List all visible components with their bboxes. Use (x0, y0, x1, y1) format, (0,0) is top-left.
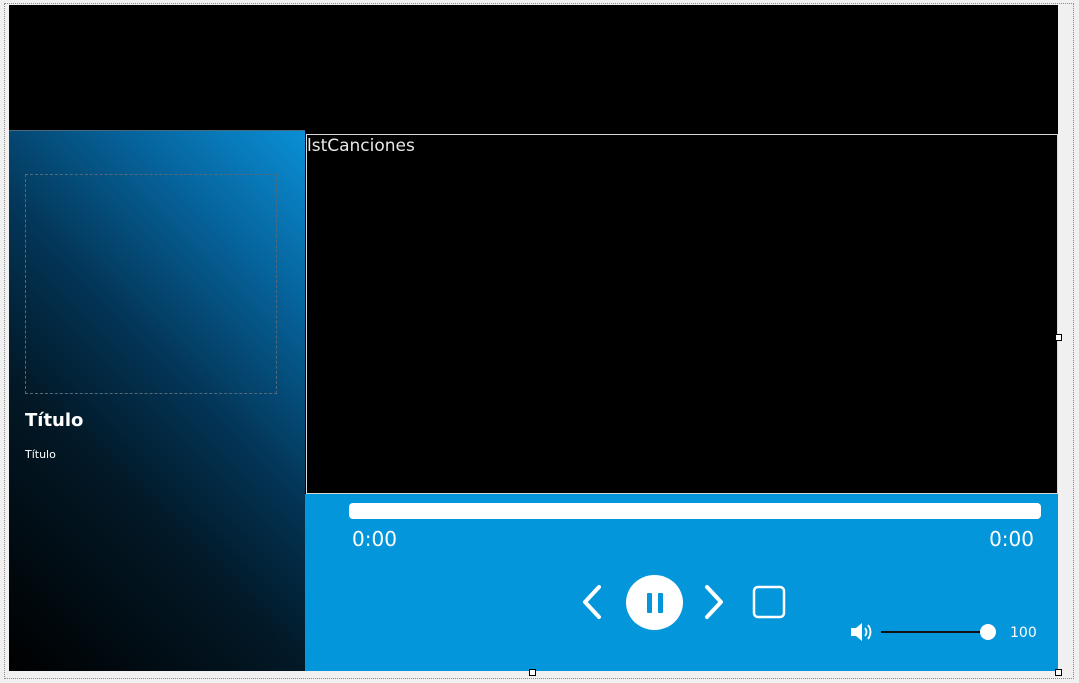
resize-handle-bottom[interactable] (529, 669, 536, 676)
song-list[interactable]: lstCanciones (306, 134, 1058, 494)
album-subtitle: Título (25, 448, 56, 461)
album-title: Título (25, 410, 84, 431)
player-controls-panel: 0:00 0:00 100 (305, 494, 1058, 671)
header-band (9, 5, 1058, 129)
chevron-right-icon (705, 585, 723, 619)
stop-square-icon (752, 585, 786, 619)
resize-handle-corner[interactable] (1055, 669, 1062, 676)
play-pause-button[interactable] (626, 575, 683, 630)
time-elapsed: 0:00 (352, 527, 397, 551)
progress-bar[interactable] (349, 503, 1041, 519)
pause-icon (646, 592, 663, 613)
previous-button[interactable] (579, 584, 607, 620)
volume-slider[interactable] (881, 624, 997, 640)
album-panel: Título Título (9, 130, 305, 671)
resize-handle-right[interactable] (1055, 334, 1062, 341)
main-form: Título Título lstCanciones 0:00 0:00 100 (9, 5, 1058, 671)
volume-track (881, 631, 987, 633)
time-total: 0:00 (989, 527, 1034, 551)
next-button[interactable] (699, 584, 727, 620)
volume-value: 100 (1010, 625, 1037, 641)
speaker-icon (851, 623, 872, 641)
chevron-left-icon (583, 585, 601, 619)
album-art-placeholder (25, 174, 277, 394)
song-list-label: lstCanciones (307, 136, 415, 156)
volume-button[interactable] (849, 621, 875, 643)
stop-button[interactable] (752, 585, 786, 619)
volume-thumb[interactable] (980, 624, 996, 640)
